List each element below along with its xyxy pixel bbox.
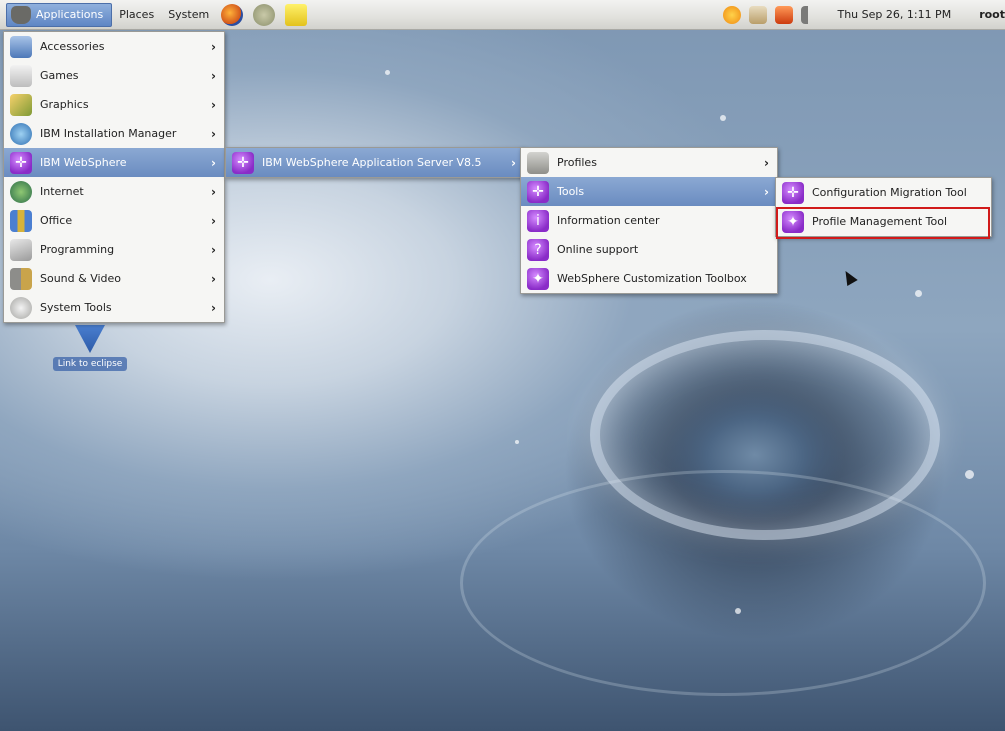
websphere-icon: ✛ (10, 151, 32, 174)
water-droplet (515, 440, 519, 444)
ibm-installation-manager-icon (10, 122, 32, 145)
water-droplet (965, 470, 974, 479)
ibm-websphere-submenu: ✛ IBM WebSphere Application Server V8.5 … (225, 147, 525, 178)
menu-item-label: IBM WebSphere (40, 156, 127, 169)
internet-icon (10, 180, 32, 203)
menu-item-label: Internet (40, 185, 84, 198)
menu-item-label: Graphics (40, 98, 89, 111)
chevron-right-icon: › (211, 126, 216, 141)
chevron-right-icon: › (211, 155, 216, 170)
menu-item-label: Tools (557, 185, 585, 198)
menu-item-games[interactable]: Games › (4, 61, 224, 90)
clock[interactable]: Thu Sep 26, 1:11 PM (837, 8, 951, 21)
support-icon: ? (527, 238, 549, 261)
menu-item-programming[interactable]: Programming › (4, 235, 224, 264)
websphere-app-server-submenu: Profiles › ✛ Tools › i Information cente… (520, 147, 778, 294)
water-droplet (915, 290, 922, 297)
menu-item-tools[interactable]: ✛ Tools › (521, 177, 777, 206)
websphere-icon: ✛ (527, 180, 549, 203)
menu-item-websphere-customization-toolbox[interactable]: ✦ WebSphere Customization Toolbox (521, 264, 777, 293)
applications-menu: Accessories › Games › Graphics › IBM Ins… (3, 31, 225, 323)
chevron-right-icon: › (211, 242, 216, 257)
package-icon[interactable] (749, 5, 768, 24)
menu-item-ibm-installation-manager[interactable]: IBM Installation Manager › (4, 119, 224, 148)
menu-item-graphics[interactable]: Graphics › (4, 90, 224, 119)
menu-item-profiles[interactable]: Profiles › (521, 148, 777, 177)
menu-item-internet[interactable]: Internet › (4, 177, 224, 206)
water-droplet (385, 70, 390, 75)
places-menu[interactable]: Places (112, 8, 161, 21)
menu-item-ibm-websphere[interactable]: ✛ IBM WebSphere › (4, 148, 224, 177)
tools-submenu: ✛ Configuration Migration Tool ✦ Profile… (775, 177, 992, 237)
menu-item-label: System Tools (40, 301, 112, 314)
chevron-right-icon: › (211, 97, 216, 112)
menu-item-label: Profile Management Tool (812, 215, 948, 228)
menu-item-label: Information center (557, 214, 660, 227)
user-name[interactable]: root (979, 8, 1005, 21)
profile-management-icon: ✦ (782, 210, 804, 233)
chevron-right-icon: › (511, 155, 516, 170)
chevron-right-icon: › (211, 39, 216, 54)
menu-item-online-support[interactable]: ? Online support (521, 235, 777, 264)
menu-item-label: Accessories (40, 40, 105, 53)
system-tools-icon (10, 296, 32, 319)
water-splash-crown (590, 330, 940, 540)
menu-item-label: Office (40, 214, 73, 227)
menu-item-configuration-migration-tool[interactable]: ✛ Configuration Migration Tool (776, 178, 991, 207)
menu-item-label: WebSphere Customization Toolbox (557, 272, 747, 285)
system-menu[interactable]: System (161, 8, 216, 21)
eclipse-link-icon (75, 325, 105, 353)
chevron-right-icon: › (211, 68, 216, 83)
volume-icon[interactable] (801, 5, 820, 24)
network-icon[interactable] (253, 3, 276, 26)
firefox-icon[interactable] (221, 3, 244, 26)
folder-icon (527, 151, 549, 174)
info-icon: i (527, 209, 549, 232)
gnome-foot-icon (11, 5, 31, 24)
top-panel: Applications Places System Thu Sep 26, 1… (0, 0, 1005, 30)
menu-item-profile-management-tool[interactable]: ✦ Profile Management Tool (776, 207, 991, 236)
menu-item-label: IBM WebSphere Application Server V8.5 (262, 156, 482, 169)
toolbox-icon: ✦ (527, 267, 549, 290)
menu-item-label: Games (40, 69, 79, 82)
update-icon[interactable] (723, 5, 742, 24)
websphere-icon: ✛ (782, 181, 804, 204)
chevron-right-icon: › (764, 184, 769, 199)
menu-item-system-tools[interactable]: System Tools › (4, 293, 224, 322)
office-icon (10, 209, 32, 232)
graphics-icon (10, 93, 32, 116)
alert-icon[interactable] (775, 5, 794, 24)
chevron-right-icon: › (211, 184, 216, 199)
websphere-icon: ✛ (232, 151, 254, 174)
menu-item-websphere-app-server[interactable]: ✛ IBM WebSphere Application Server V8.5 … (226, 148, 524, 177)
menu-item-office[interactable]: Office › (4, 206, 224, 235)
desktop-icon-label: Link to eclipse (52, 357, 128, 371)
applications-label: Applications (36, 8, 104, 21)
chevron-right-icon: › (211, 213, 216, 228)
menu-item-label: Profiles (557, 156, 597, 169)
menu-item-label: Configuration Migration Tool (812, 186, 967, 199)
menu-item-sound-video[interactable]: Sound & Video › (4, 264, 224, 293)
menu-item-information-center[interactable]: i Information center (521, 206, 777, 235)
menu-item-label: Programming (40, 243, 115, 256)
desktop-icon-eclipse[interactable]: Link to eclipse (45, 325, 135, 371)
notes-icon[interactable] (285, 3, 308, 26)
water-droplet (720, 115, 726, 121)
menu-item-label: Online support (557, 243, 639, 256)
accessories-icon (10, 35, 32, 58)
applications-menu-button[interactable]: Applications (6, 2, 113, 27)
sound-video-icon (10, 267, 32, 290)
chevron-right-icon: › (211, 300, 216, 315)
water-droplet (735, 608, 741, 614)
programming-icon (10, 238, 32, 261)
menu-item-label: Sound & Video (40, 272, 122, 285)
games-icon (10, 64, 32, 87)
menu-item-label: IBM Installation Manager (40, 127, 177, 140)
chevron-right-icon: › (764, 155, 769, 170)
menu-item-accessories[interactable]: Accessories › (4, 32, 224, 61)
system-tray: Thu Sep 26, 1:11 PM root (719, 5, 1005, 24)
chevron-right-icon: › (211, 271, 216, 286)
